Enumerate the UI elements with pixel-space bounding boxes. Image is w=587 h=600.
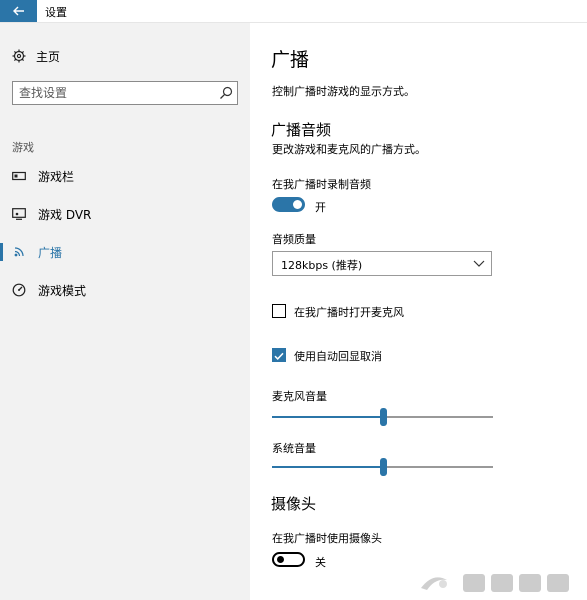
echo-cancel-checkbox[interactable] [272, 348, 286, 362]
record-audio-toggle[interactable] [272, 197, 305, 212]
camera-state: 关 [315, 556, 326, 569]
echo-cancel-label: 使用自动回显取消 [294, 350, 382, 363]
sidebar-item-label: 广播 [38, 245, 63, 260]
sidebar-item-label: 游戏栏 [38, 169, 75, 184]
sidebar: 主页 游戏 游戏栏 游戏 DVR 广播 游戏模式 [0, 23, 250, 600]
sidebar-item-label: 游戏模式 [38, 283, 87, 298]
camera-section-heading: 摄像头 [271, 495, 317, 513]
system-volume-slider[interactable] [272, 457, 493, 477]
page-title: 广播 [271, 49, 310, 71]
window-title: 设置 [45, 6, 67, 19]
sidebar-item-game-dvr[interactable]: 游戏 DVR [0, 203, 250, 225]
sidebar-item-label: 游戏 DVR [38, 207, 92, 222]
mic-checkbox-label: 在我广播时打开麦克风 [294, 306, 404, 319]
search-icon[interactable] [219, 86, 233, 100]
broadcast-icon [12, 245, 26, 259]
game-bar-icon [12, 169, 26, 183]
slider-thumb[interactable] [379, 408, 387, 426]
nav-home[interactable]: 主页 [12, 47, 60, 65]
record-audio-label: 在我广播时录制音频 [272, 178, 371, 191]
page-description: 控制广播时游戏的显示方式。 [272, 85, 415, 98]
main-content: 广播 控制广播时游戏的显示方式。 广播音频 更改游戏和麦克风的广播方式。 在我广… [250, 23, 587, 600]
audio-quality-label: 音频质量 [272, 233, 316, 246]
audio-quality-dropdown[interactable]: 128kbps (推荐) [272, 251, 492, 276]
mic-volume-label: 麦克风音量 [272, 390, 327, 403]
record-audio-state: 开 [315, 201, 326, 214]
mic-checkbox[interactable] [272, 304, 286, 318]
game-mode-icon [12, 283, 26, 297]
back-arrow-icon [12, 6, 24, 16]
checkmark-icon [274, 352, 284, 360]
toggle-knob [277, 556, 284, 563]
gear-icon [12, 49, 26, 63]
title-bar: 设置 [0, 0, 587, 23]
audio-section-heading: 广播音频 [271, 121, 332, 139]
audio-quality-value: 128kbps (推荐) [281, 259, 363, 272]
search-box [12, 81, 238, 105]
audio-section-subtitle: 更改游戏和麦克风的广播方式。 [272, 143, 426, 156]
search-input[interactable] [13, 82, 215, 104]
system-volume-label: 系统音量 [272, 442, 316, 455]
slider-thumb[interactable] [379, 458, 387, 476]
toggle-knob [293, 200, 302, 209]
sidebar-section-label: 游戏 [12, 141, 34, 154]
nav-home-label: 主页 [36, 49, 61, 64]
sidebar-item-broadcast[interactable]: 广播 [0, 241, 250, 263]
active-indicator [0, 243, 3, 261]
mic-volume-slider[interactable] [272, 407, 493, 427]
back-button[interactable] [0, 0, 37, 22]
camera-toggle[interactable] [272, 552, 305, 567]
sidebar-item-game-mode[interactable]: 游戏模式 [0, 279, 250, 301]
slider-fill [272, 416, 383, 418]
camera-label: 在我广播时使用摄像头 [272, 532, 382, 545]
game-dvr-icon [12, 207, 26, 221]
chevron-down-icon [473, 260, 485, 267]
watermark-logo [421, 574, 569, 592]
slider-fill [272, 466, 383, 468]
sidebar-item-game-bar[interactable]: 游戏栏 [0, 165, 250, 187]
